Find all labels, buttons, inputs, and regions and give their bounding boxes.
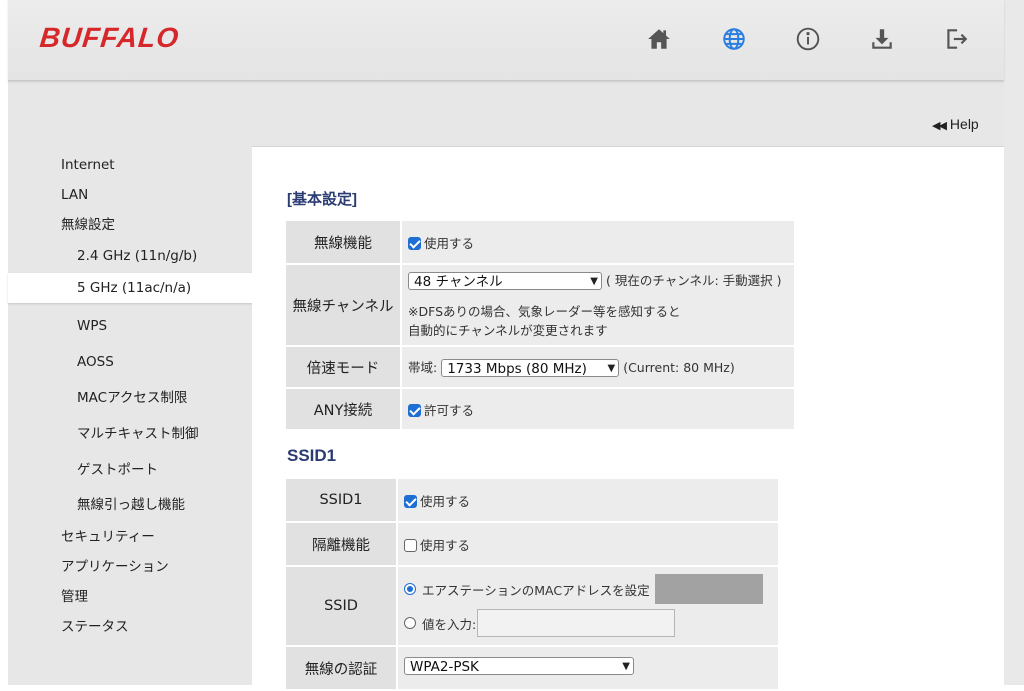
speed-mode-label: 倍速モード: [284, 345, 402, 389]
sidebar-item-internet[interactable]: Internet: [8, 150, 252, 180]
wireless-function-checkbox[interactable]: [408, 236, 421, 250]
wireless-auth-label: 無線の認証: [284, 645, 398, 691]
ssid-input-radio[interactable]: [404, 617, 416, 629]
ssid-mac-value-box: [654, 574, 763, 604]
sidebar-item-security[interactable]: セキュリティー: [8, 522, 252, 552]
ssid1-section-title: SSID1: [287, 446, 337, 465]
auth-select-value: WPA2-PSK: [410, 659, 479, 675]
chevron-down-icon: ▼: [622, 661, 630, 672]
download-icon[interactable]: [867, 24, 897, 54]
wireless-auth-cell: WPA2-PSK ▼: [396, 645, 780, 691]
main-content: [基本設定] 無線機能 使用する 無線チャンネル 48 チャンネル ▼ ( 現在の…: [252, 146, 1004, 691]
wireless-channel-label: 無線チャンネル: [284, 263, 402, 347]
band-select-value: 1733 Mbps (80 MHz): [447, 361, 587, 378]
ssid1-settings-table: SSID1 使用する 隔離機能 使用する SSID エアステーションのMACアド…: [284, 477, 780, 691]
dfs-note-line1: ※DFSありの場合、気象レーダー等を感知すると: [408, 304, 681, 320]
channel-select[interactable]: 48 チャンネル ▼: [408, 272, 602, 291]
router-admin-page: BUFFALO ◀◀ Help Internet LAN 無線設定 2.4 GH…: [8, 0, 1004, 691]
chevron-down-icon: ▼: [590, 276, 598, 288]
sidebar-item-management[interactable]: 管理: [8, 582, 252, 612]
top-header: BUFFALO: [8, 0, 1004, 81]
any-connection-cell: 許可する: [400, 387, 796, 431]
band-current-text: (Current: 80 MHz): [623, 359, 735, 375]
chevron-down-icon: ▼: [607, 363, 616, 375]
any-connection-checkbox[interactable]: [408, 403, 421, 417]
band-label: 帯域:: [408, 359, 438, 375]
ssid-cell: エアステーションのMACアドレスを設定 値を入力:: [396, 565, 780, 647]
sidebar-item-wps[interactable]: WPS: [8, 308, 252, 344]
ssid1-enable-label: SSID1: [284, 477, 398, 523]
sidebar-item-aoss[interactable]: AOSS: [8, 344, 252, 380]
help-toggle[interactable]: ◀◀ Help: [932, 116, 979, 132]
sidebar-item-lan[interactable]: LAN: [8, 180, 252, 210]
band-select[interactable]: 1733 Mbps (80 MHz) ▼: [441, 359, 620, 378]
dfs-note-line2: 自動的にチャンネルが変更されます: [408, 323, 608, 339]
ssid-mac-option-label: エアステーションのMACアドレスを設定: [422, 582, 650, 598]
isolation-check-label: 使用する: [420, 537, 471, 553]
sidebar-item-mac-access[interactable]: MACアクセス制限: [8, 380, 252, 416]
wireless-function-check-label: 使用する: [424, 235, 475, 251]
sidebar-item-wireless-migration[interactable]: 無線引っ越し機能: [8, 488, 252, 522]
basic-settings-table: 無線機能 使用する 無線チャンネル 48 チャンネル ▼ ( 現在のチャンネル: …: [284, 219, 796, 431]
any-connection-label: ANY接続: [284, 387, 402, 431]
buffalo-logo: BUFFALO: [38, 22, 181, 53]
isolation-checkbox[interactable]: [404, 538, 417, 552]
home-icon[interactable]: [644, 24, 674, 54]
sidebar-item-applications[interactable]: アプリケーション: [8, 552, 252, 582]
info-icon[interactable]: [793, 24, 823, 54]
speed-mode-cell: 帯域: 1733 Mbps (80 MHz) ▼ (Current: 80 MHz…: [400, 345, 796, 389]
wireless-channel-cell: 48 チャンネル ▼ ( 現在のチャンネル: 手動選択 ) ※DFSありの場合、気…: [400, 263, 796, 347]
wireless-function-cell: 使用する: [400, 219, 796, 265]
sidebar-item-status[interactable]: ステータス: [8, 612, 252, 642]
ssid-input-option-label: 値を入力:: [422, 616, 477, 632]
ssid1-enable-check-label: 使用する: [420, 493, 471, 509]
sidebar-item-guest-port[interactable]: ゲストポート: [8, 452, 252, 488]
basic-settings-title: [基本設定]: [287, 191, 357, 208]
isolation-label: 隔離機能: [284, 521, 398, 567]
globe-icon[interactable]: [719, 24, 749, 54]
ssid-label: SSID: [284, 565, 398, 647]
channel-select-value: 48 チャンネル: [414, 274, 503, 291]
double-left-arrow-icon: ◀◀: [932, 120, 947, 132]
sidebar-nav: Internet LAN 無線設定 2.4 GHz (11n/g/b) 5 GH…: [8, 150, 312, 642]
ssid-text-input[interactable]: [477, 609, 676, 637]
logout-icon[interactable]: [941, 24, 971, 54]
ssid1-enable-checkbox[interactable]: [404, 494, 417, 508]
sidebar-item-wireless-settings[interactable]: 無線設定: [8, 210, 252, 240]
help-label: Help: [949, 116, 979, 132]
wireless-function-label: 無線機能: [284, 219, 402, 265]
ssid-mac-radio[interactable]: [404, 583, 416, 595]
current-channel-text: ( 現在のチャンネル: 手動選択 ): [605, 272, 782, 288]
auth-select[interactable]: WPA2-PSK ▼: [404, 657, 634, 675]
sidebar-item-multicast[interactable]: マルチキャスト制御: [8, 416, 252, 452]
window-edge: [1004, 0, 1024, 685]
any-connection-check-label: 許可する: [424, 402, 475, 418]
isolation-cell: 使用する: [396, 521, 780, 567]
sidebar-item-2-4ghz[interactable]: 2.4 GHz (11n/g/b): [8, 240, 252, 272]
ssid1-enable-cell: 使用する: [396, 477, 780, 523]
